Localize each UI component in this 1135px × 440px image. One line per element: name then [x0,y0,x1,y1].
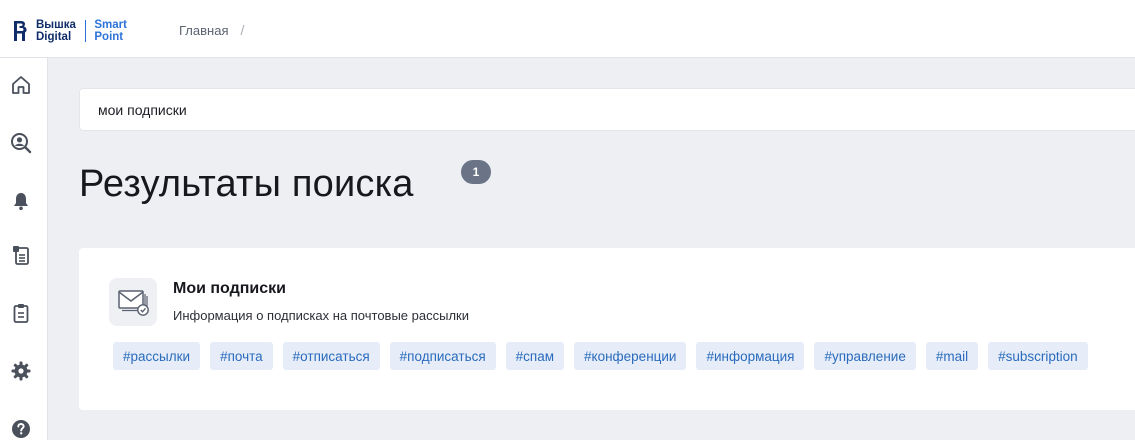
tag-chip[interactable]: #отписаться [282,342,380,370]
logo[interactable]: Вышка Digital Smart Point [12,18,127,44]
tag-chip[interactable]: #конференции [574,342,687,370]
logo-brand-text: Вышка Digital [36,19,76,43]
sidebar-item-notifications[interactable] [10,190,32,212]
sidebar-item-search[interactable] [10,132,32,154]
tag-chip[interactable]: #информация [696,342,805,370]
sidebar-item-home[interactable] [10,74,32,96]
gear-icon [11,361,31,381]
logo-line-1: Вышка [36,19,76,31]
logo-product-text: Smart Point [94,19,127,43]
results-count-badge: 1 [461,160,491,184]
bell-icon [14,193,28,211]
result-description: Информация о подписках на почтовые рассы… [173,308,469,323]
tag-chip[interactable]: #подписаться [389,342,496,370]
logo-line-3: Smart [94,19,127,31]
breadcrumb: Главная / [179,22,244,38]
help-icon [12,420,30,438]
top-bar: Вышка Digital Smart Point Главная / [0,0,1135,58]
page-title: Результаты поиска [79,163,414,205]
sidebar-item-settings[interactable] [10,360,32,382]
sidebar-item-tasks[interactable] [10,302,32,324]
breadcrumb-separator: / [240,22,245,38]
tag-chip[interactable]: #mail [925,342,979,370]
tag-chip[interactable]: #спам [505,342,565,370]
breadcrumb-home-link[interactable]: Главная [179,23,228,38]
tag-chip[interactable]: #рассылки [113,342,201,370]
result-title[interactable]: Мои подписки [173,280,286,298]
document-list-icon [13,246,29,265]
result-card[interactable]: Мои подписки Информация о подписках на п… [79,248,1135,410]
tag-chip[interactable]: #почта [210,342,273,370]
sidebar-item-documents[interactable] [10,244,32,266]
sidebar-item-help[interactable] [10,418,32,440]
home-icon [12,76,30,94]
result-icon-container [109,278,157,326]
tag-chip[interactable]: #subscription [988,342,1088,370]
mail-icon [118,290,149,316]
tag-list: #рассылки #почта #отписаться #подписаться #с… [113,342,1088,370]
sidebar [0,58,48,440]
logo-divider [84,20,87,42]
logo-line-2: Digital [36,31,72,43]
search-person-icon [11,133,32,154]
logo-line-4: Point [94,31,124,43]
main-content: Результаты поиска 1 Мои подписки Информа… [49,58,1135,440]
search-input[interactable] [79,88,1135,131]
tag-chip[interactable]: #управление [814,342,916,370]
clipboard-icon [13,304,29,323]
hse-logo-icon [12,19,30,43]
